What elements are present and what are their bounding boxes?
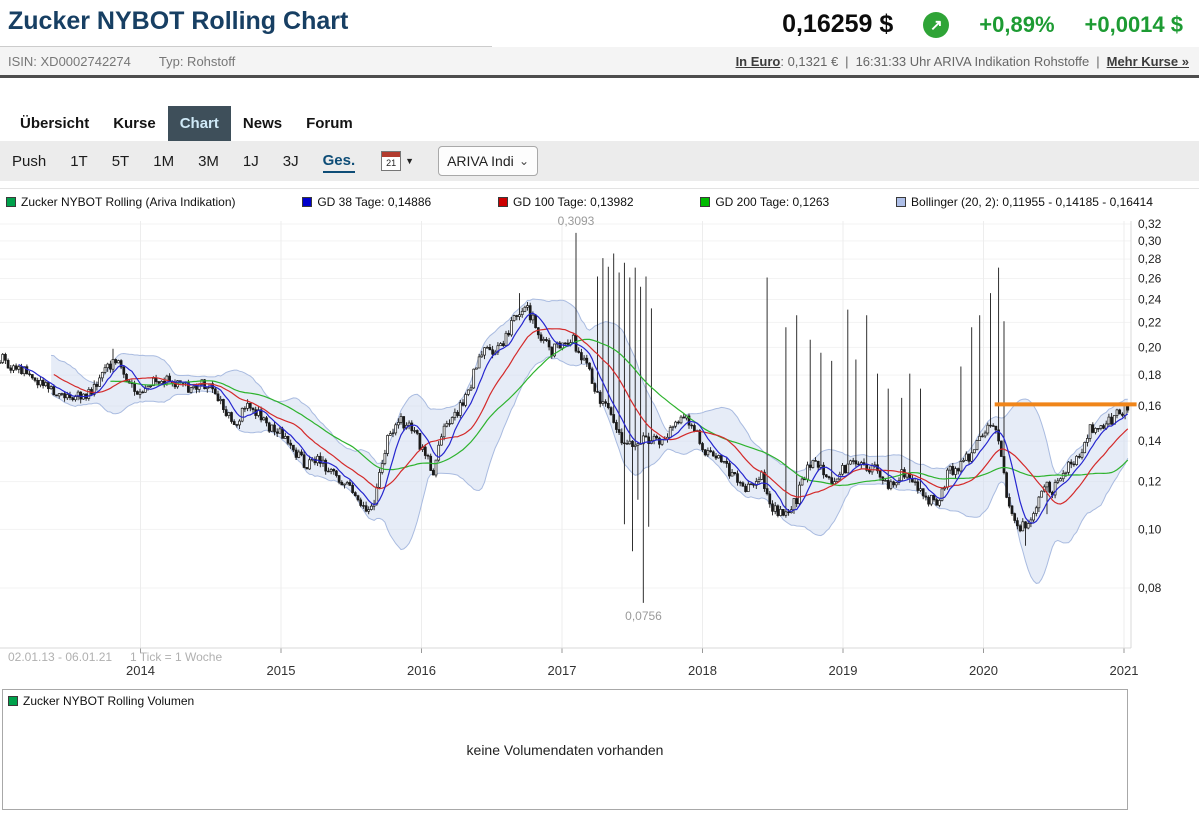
svg-text:0,22: 0,22	[1138, 315, 1162, 329]
tab-chart[interactable]: Chart	[168, 106, 231, 141]
calendar-icon-number: 21	[382, 157, 400, 170]
period-5t[interactable]: 5T	[112, 151, 130, 172]
svg-text:0,18: 0,18	[1138, 368, 1162, 382]
separator: |	[845, 54, 848, 69]
period-1t[interactable]: 1T	[70, 151, 88, 172]
volume-legend-label: Zucker NYBOT Rolling Volumen	[23, 694, 194, 708]
volume-legend: Zucker NYBOT Rolling Volumen	[8, 694, 194, 708]
legend-label: Bollinger (20, 2): 0,11955 - 0,14185 - 0…	[911, 195, 1153, 209]
legend-marker	[6, 197, 16, 207]
period-group: Push 1T 5T 1M 3M 1J 3J Ges.	[12, 150, 355, 173]
change-absolute: +0,0014 $	[1085, 12, 1183, 38]
indicator-select[interactable]: ARIVA Indi ⌄	[438, 146, 538, 176]
legend-marker	[896, 197, 906, 207]
svg-text:2021: 2021	[1110, 663, 1139, 678]
svg-text:0,0756: 0,0756	[625, 609, 662, 623]
svg-text:0,12: 0,12	[1138, 475, 1162, 489]
isin-label: ISIN: XD0002742274	[8, 54, 131, 69]
in-euro-link[interactable]: In Euro	[736, 54, 781, 69]
legend-item: GD 200 Tage: 0,1263	[700, 195, 829, 209]
svg-text:2019: 2019	[829, 663, 858, 678]
page: Zucker NYBOT Rolling Chart 0,16259 $ ↗ +…	[0, 0, 1199, 810]
svg-text:2015: 2015	[267, 663, 296, 678]
quote-block: 0,16259 $ ↗ +0,89% +0,0014 $	[782, 0, 1199, 39]
legend-label: GD 100 Tage: 0,13982	[513, 195, 634, 209]
volume-panel: Zucker NYBOT Rolling Volumen keine Volum…	[2, 689, 1128, 810]
period-push[interactable]: Push	[12, 151, 46, 172]
period-ges[interactable]: Ges.	[323, 150, 356, 173]
price-chart-canvas[interactable]: 2014 2015 2016 2017 2018 2019 2020 2021 0,32 0,30…	[0, 213, 1199, 683]
time-info: 16:31:33 Uhr ARIVA Indikation Rohstoffe	[856, 54, 1090, 69]
svg-text:0,26: 0,26	[1138, 272, 1162, 286]
svg-text:0,16: 0,16	[1138, 399, 1162, 413]
title-wrap: Zucker NYBOT Rolling Chart	[0, 0, 492, 47]
svg-text:2018: 2018	[688, 663, 717, 678]
select-caret-icon: ⌄	[519, 157, 529, 165]
more-quotes-link[interactable]: Mehr Kurse »	[1107, 54, 1189, 69]
page-title: Zucker NYBOT Rolling Chart	[8, 8, 492, 36]
instrument-meta: ISIN: XD0002742274 Typ: Rohstoff	[8, 54, 235, 69]
chart-legend: Zucker NYBOT Rolling (Ariva Indikation) G…	[0, 188, 1199, 213]
legend-item: Zucker NYBOT Rolling (Ariva Indikation)	[6, 195, 236, 209]
chart-toolbar: Push 1T 5T 1M 3M 1J 3J Ges. 21 ▼ ARIVA Indi ⌄	[0, 141, 1199, 181]
main-nav: ÜbersichtKurseChartNewsForum	[0, 106, 1199, 141]
svg-text:2017: 2017	[548, 663, 577, 678]
period-1j[interactable]: 1J	[243, 151, 259, 172]
svg-text:0,28: 0,28	[1138, 252, 1162, 266]
calendar-caret-icon: ▼	[405, 156, 414, 166]
svg-text:0,08: 0,08	[1138, 581, 1162, 595]
trend-up-icon[interactable]: ↗	[923, 12, 949, 38]
legend-item: GD 38 Tage: 0,14886	[302, 195, 431, 209]
indicator-select-value: ARIVA Indi	[447, 153, 514, 169]
legend-marker	[700, 197, 710, 207]
type-label: Typ: Rohstoff	[159, 54, 235, 69]
svg-text:1 Tick = 1 Woche: 1 Tick = 1 Woche	[130, 650, 222, 664]
current-price: 0,16259 $	[782, 10, 893, 39]
tab-news[interactable]: News	[231, 106, 294, 141]
svg-text:2016: 2016	[407, 663, 436, 678]
svg-text:2014: 2014	[126, 663, 155, 678]
legend-marker	[302, 197, 312, 207]
legend-marker	[498, 197, 508, 207]
svg-text:2020: 2020	[969, 663, 998, 678]
period-3j[interactable]: 3J	[283, 151, 299, 172]
quote-meta: In Euro: 0,1321 € | 16:31:33 Uhr ARIVA I…	[736, 54, 1189, 69]
legend-label: Zucker NYBOT Rolling (Ariva Indikation)	[21, 195, 236, 209]
price-chart[interactable]: 2014 2015 2016 2017 2018 2019 2020 2021 0,32 0,30…	[0, 213, 1199, 683]
svg-text:0,10: 0,10	[1138, 522, 1162, 536]
legend-item: Bollinger (20, 2): 0,11955 - 0,14185 - 0…	[896, 195, 1153, 209]
svg-text:02.01.13 - 06.01.21: 02.01.13 - 06.01.21	[8, 650, 112, 664]
separator: |	[1096, 54, 1099, 69]
tab-kurse[interactable]: Kurse	[101, 106, 168, 141]
svg-text:0,32: 0,32	[1138, 217, 1162, 231]
legend-item: GD 100 Tage: 0,13982	[498, 195, 634, 209]
svg-text:0,3093: 0,3093	[558, 214, 595, 228]
period-1m[interactable]: 1M	[153, 151, 174, 172]
period-3m[interactable]: 3M	[198, 151, 219, 172]
volume-legend-marker	[8, 696, 18, 706]
calendar-button[interactable]: 21 ▼	[381, 151, 414, 171]
calendar-icon: 21	[381, 151, 401, 171]
change-percent: +0,89%	[979, 12, 1054, 38]
svg-text:0,14: 0,14	[1138, 434, 1162, 448]
in-euro-value: : 0,1321 €	[780, 54, 838, 69]
header: Zucker NYBOT Rolling Chart 0,16259 $ ↗ +…	[0, 0, 1199, 47]
svg-text:0,24: 0,24	[1138, 293, 1162, 307]
svg-text:0,30: 0,30	[1138, 234, 1162, 248]
legend-label: GD 200 Tage: 0,1263	[715, 195, 829, 209]
info-bar: ISIN: XD0002742274 Typ: Rohstoff In Euro…	[0, 47, 1199, 78]
tab-uebersicht[interactable]: Übersicht	[8, 106, 101, 141]
tab-forum[interactable]: Forum	[294, 106, 365, 141]
legend-label: GD 38 Tage: 0,14886	[317, 195, 431, 209]
svg-text:0,20: 0,20	[1138, 340, 1162, 354]
